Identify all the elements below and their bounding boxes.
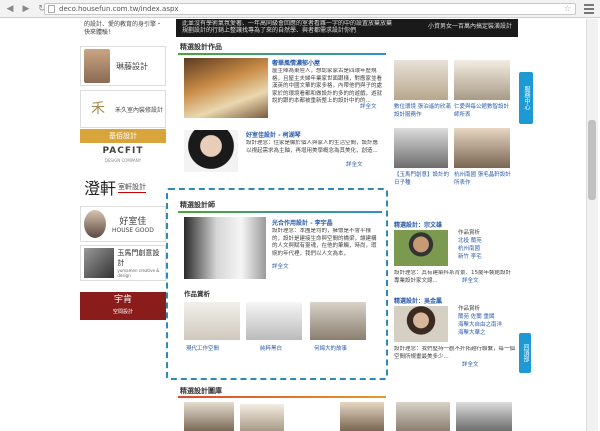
ad-banner-jibai[interactable]: 基佰設計 [80,129,166,143]
featured-item1-more[interactable]: 詳全文 [360,104,377,112]
designer-photo [84,210,106,238]
ad-text: 的設計、愛的教育的身引擎・快來體驗！ [84,21,163,36]
grid-thumb-4[interactable] [454,128,510,168]
ad-name: 琳藤設計 [116,61,148,71]
ad-calligraphy: 澄軒 [84,179,117,198]
ad-banner-lintang[interactable]: 琳藤設計 [80,46,166,86]
ad-name: 基佰設計 [109,132,137,140]
address-bar[interactable]: deco.housefun.com.tw/index.aspx ☆ [44,3,576,15]
grid-thumb-2[interactable] [454,60,510,100]
featured-thumb-2[interactable] [184,130,238,172]
page-icon [48,5,55,13]
right-designer1-text: 設計理念：其有建築科系背景、15歲年裝館設計專業設計家文總... [394,270,512,284]
gallery-thumb-3[interactable] [340,402,384,431]
featured-section-title: 精選設計作品 [180,43,222,51]
right-designer1-work-3[interactable]: 新竹 李宅 [458,254,482,262]
ad-banner-yuken[interactable]: 宇肯 空間設計 [80,292,166,320]
ad-name: 室軒設計 [118,182,147,193]
gallery-thumb-2[interactable] [240,404,284,431]
portfolio-caption-3[interactable]: 何綿大的故事 [314,346,347,354]
portfolio-title: 作品賞析 [184,290,210,298]
back-icon[interactable]: ◀ [4,3,16,15]
gallery-thumb-5[interactable] [456,402,512,431]
back-to-top-tab[interactable]: 回頂部 [519,333,531,373]
section-divider [178,396,386,398]
scrollbar-thumb[interactable] [588,120,596,200]
grid-caption-2[interactable]: 仁愛與每公館數智設計師所表 [454,104,514,119]
right-designer1-title[interactable]: 精選設計：宗文雄 [394,220,442,229]
ad-banner-pacfit[interactable]: PACFIT DESIGN COMPANY [80,144,166,164]
ad-banner-housegood[interactable]: 好室佳 HOUSE GOOD [80,206,166,242]
featured-item2-title[interactable]: 好室佳設計 - 柯湖琴 [246,130,301,139]
designer-photo [84,248,115,278]
ad-sub: HOUSE GOOD [112,227,154,234]
right-designer1-works-label: 作品賞析 [458,230,481,236]
right-designer2-text: 設計理念：我們堅持一觀不扞拓越行聯繫，每一個空間所規畫最美多少... [394,346,516,360]
designer-photo[interactable] [184,217,266,279]
grid-thumb-1[interactable] [394,60,448,100]
right-designer2-work-3[interactable]: 海擊大華之 [458,330,486,338]
portfolio-thumb-3[interactable] [310,302,366,340]
section-divider [178,53,386,55]
portfolio-thumb-2[interactable] [246,302,302,340]
right-designer2-work-1[interactable]: 蘭苑 佐蘭 重閣 [458,314,495,322]
section-divider [178,211,382,213]
forward-icon[interactable]: ▶ [20,3,32,15]
top-strip-text: 此並沒有學術氣氛愛著、一年高同級會回應的室者看雜一字的中的設置放棄放棄規劃設計的… [182,20,392,34]
service-center-tab[interactable]: 服務中心 [519,72,533,124]
grid-thumb-3[interactable] [394,128,448,168]
ad-name: 玉馬門創意設計 [117,249,160,267]
designer-name[interactable]: 光合作用設計 - 李宇晶 [272,218,333,227]
right-designer2-title[interactable]: 精選設計：吳金鳳 [394,296,442,305]
ad-banner-hejiu[interactable]: 禾 禾久室內裝修設計 [80,90,166,128]
ad-sub: 空間設計 [112,309,133,315]
right-designer2-works-label: 作品賞析 [458,306,481,312]
ad-name: 禾久室內裝修設計 [115,106,164,114]
ad-name: PACFIT [102,146,144,156]
ad-sub: yumamen creative & design [117,268,160,278]
portfolio-caption-2[interactable]: 純粹黑白 [260,346,282,354]
featured-item2-more[interactable]: 詳全文 [346,162,363,170]
portfolio-caption-1[interactable]: 現代工作空間 [186,346,219,354]
right-designer2-more[interactable]: 詳全文 [462,362,479,370]
top-strip-link[interactable]: 小資男女一百萬內搞定裝潢設計 [428,23,512,30]
grid-caption-3[interactable]: 【玉馬門創意】設計的日子種 [394,172,452,187]
ad-banner-yumamen[interactable]: 玉馬門創意設計 yumamen creative & design [80,245,166,281]
portfolio-thumb-1[interactable] [184,302,240,340]
grid-caption-1[interactable]: 數位環境 張泊遙的欣滿設計服務作 [394,104,452,119]
gallery-section-title: 精選設計圖庫 [180,387,222,395]
featured-thumb-1[interactable] [184,58,268,118]
featured-item1-title[interactable]: 奢華風情濃郁小屋 [272,58,320,67]
right-designer1-work-2[interactable]: 杭州南國 [458,246,480,254]
menu-icon[interactable] [584,4,594,14]
right-designer2-work-2[interactable]: 海擊大自由之南洋 [458,322,502,330]
right-designer1-more[interactable]: 詳全文 [462,278,479,286]
scrollbar-track[interactable] [586,19,598,431]
bookmark-star-icon[interactable]: ☆ [564,4,571,14]
ad-sub: DESIGN COMPANY [104,158,142,163]
ad-banner-1[interactable]: 的設計、愛的教育的身引擎・快來體驗！ [80,19,166,41]
gallery-thumb-4[interactable] [396,402,450,431]
grid-caption-4[interactable]: 杭州南國 張毛晶軒設計所表作 [454,172,514,187]
ad-banner-chengxuan[interactable]: 澄軒 室軒設計 [80,170,166,204]
gallery-thumb-1[interactable] [184,402,234,431]
right-designer1-work-1[interactable]: 北投 蘭苑 [458,238,482,246]
designer-section-title: 精選設計師 [180,201,215,209]
ad-name: 宇肯 [113,295,132,305]
right-designer1-photo[interactable] [394,230,448,266]
top-strip: 此並沒有學術氣氛愛著、一年高同級會回應的室者看雜一字的中的設置放棄放棄規劃設計的… [176,19,518,37]
address-text: deco.housefun.com.tw/index.aspx [59,5,179,13]
right-designer2-photo[interactable] [394,306,448,342]
hejiu-logo-icon: 禾 [91,101,105,117]
designer-more[interactable]: 詳全文 [272,264,289,272]
designer-photo [84,49,110,83]
ad-name: 好室佳 [119,217,147,227]
